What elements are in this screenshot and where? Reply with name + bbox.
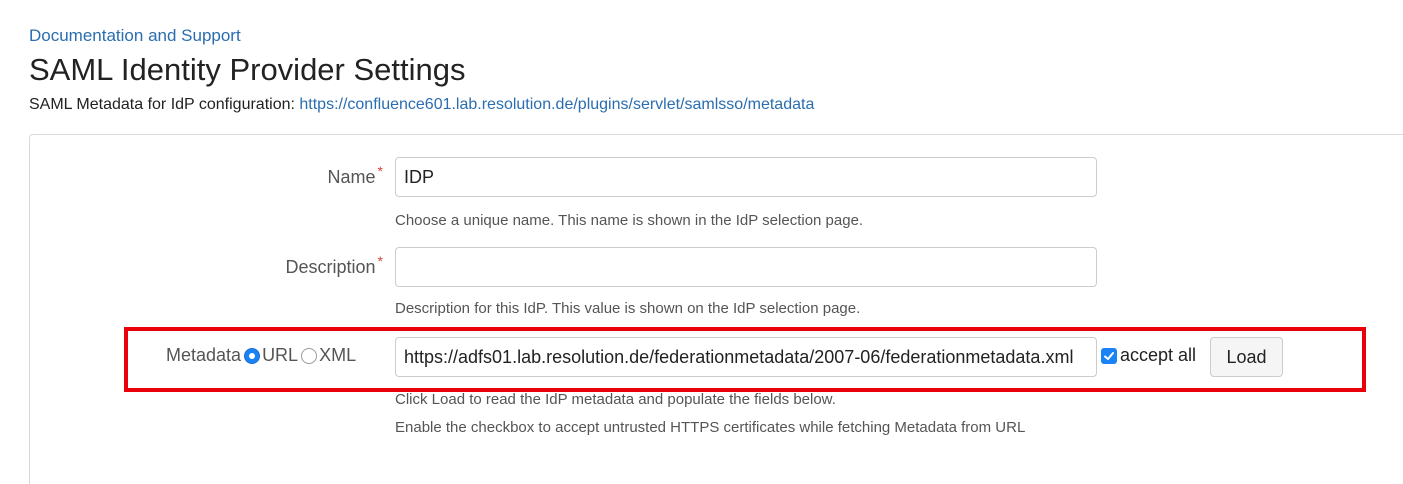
metadata-url-radio[interactable] bbox=[244, 347, 261, 364]
load-button[interactable]: Load bbox=[1210, 337, 1283, 377]
required-marker: * bbox=[377, 253, 383, 269]
description-input[interactable] bbox=[395, 247, 1097, 287]
name-help-text: Choose a unique name. This name is shown… bbox=[395, 212, 864, 229]
accept-all-label[interactable]: accept all bbox=[1120, 345, 1196, 366]
metadata-label: Metadata bbox=[166, 345, 242, 365]
metadata-help-line-2: Enable the checkbox to accept untrusted … bbox=[395, 419, 1026, 436]
metadata-info-line: SAML Metadata for IdP configuration: htt… bbox=[29, 96, 814, 114]
required-marker: * bbox=[377, 163, 383, 179]
name-input[interactable] bbox=[395, 157, 1097, 197]
name-field-label: Name * bbox=[327, 163, 383, 188]
checkmark-icon bbox=[1104, 351, 1114, 360]
metadata-source-group: Metadata URL XML bbox=[166, 345, 356, 366]
name-label-text: Name bbox=[327, 167, 376, 187]
description-field-label: Description * bbox=[285, 253, 384, 278]
page-title: SAML Identity Provider Settings bbox=[29, 52, 466, 87]
metadata-info-label: SAML Metadata for IdP configuration: bbox=[29, 96, 300, 113]
description-label-text: Description bbox=[285, 257, 376, 277]
metadata-xml-option-label[interactable]: XML bbox=[319, 345, 356, 366]
metadata-help-line-1: Click Load to read the IdP metadata and … bbox=[395, 391, 836, 408]
accept-all-checkbox[interactable] bbox=[1101, 347, 1117, 364]
metadata-url-option-label[interactable]: URL bbox=[262, 345, 298, 366]
description-help-text: Description for this IdP. This value is … bbox=[395, 300, 861, 317]
metadata-xml-radio[interactable] bbox=[301, 347, 318, 364]
metadata-url-input[interactable] bbox=[395, 337, 1097, 377]
documentation-support-link[interactable]: Documentation and Support bbox=[29, 26, 241, 46]
sp-metadata-link[interactable]: https://confluence601.lab.resolution.de/… bbox=[299, 96, 814, 113]
accept-all-group: accept all bbox=[1101, 345, 1196, 366]
